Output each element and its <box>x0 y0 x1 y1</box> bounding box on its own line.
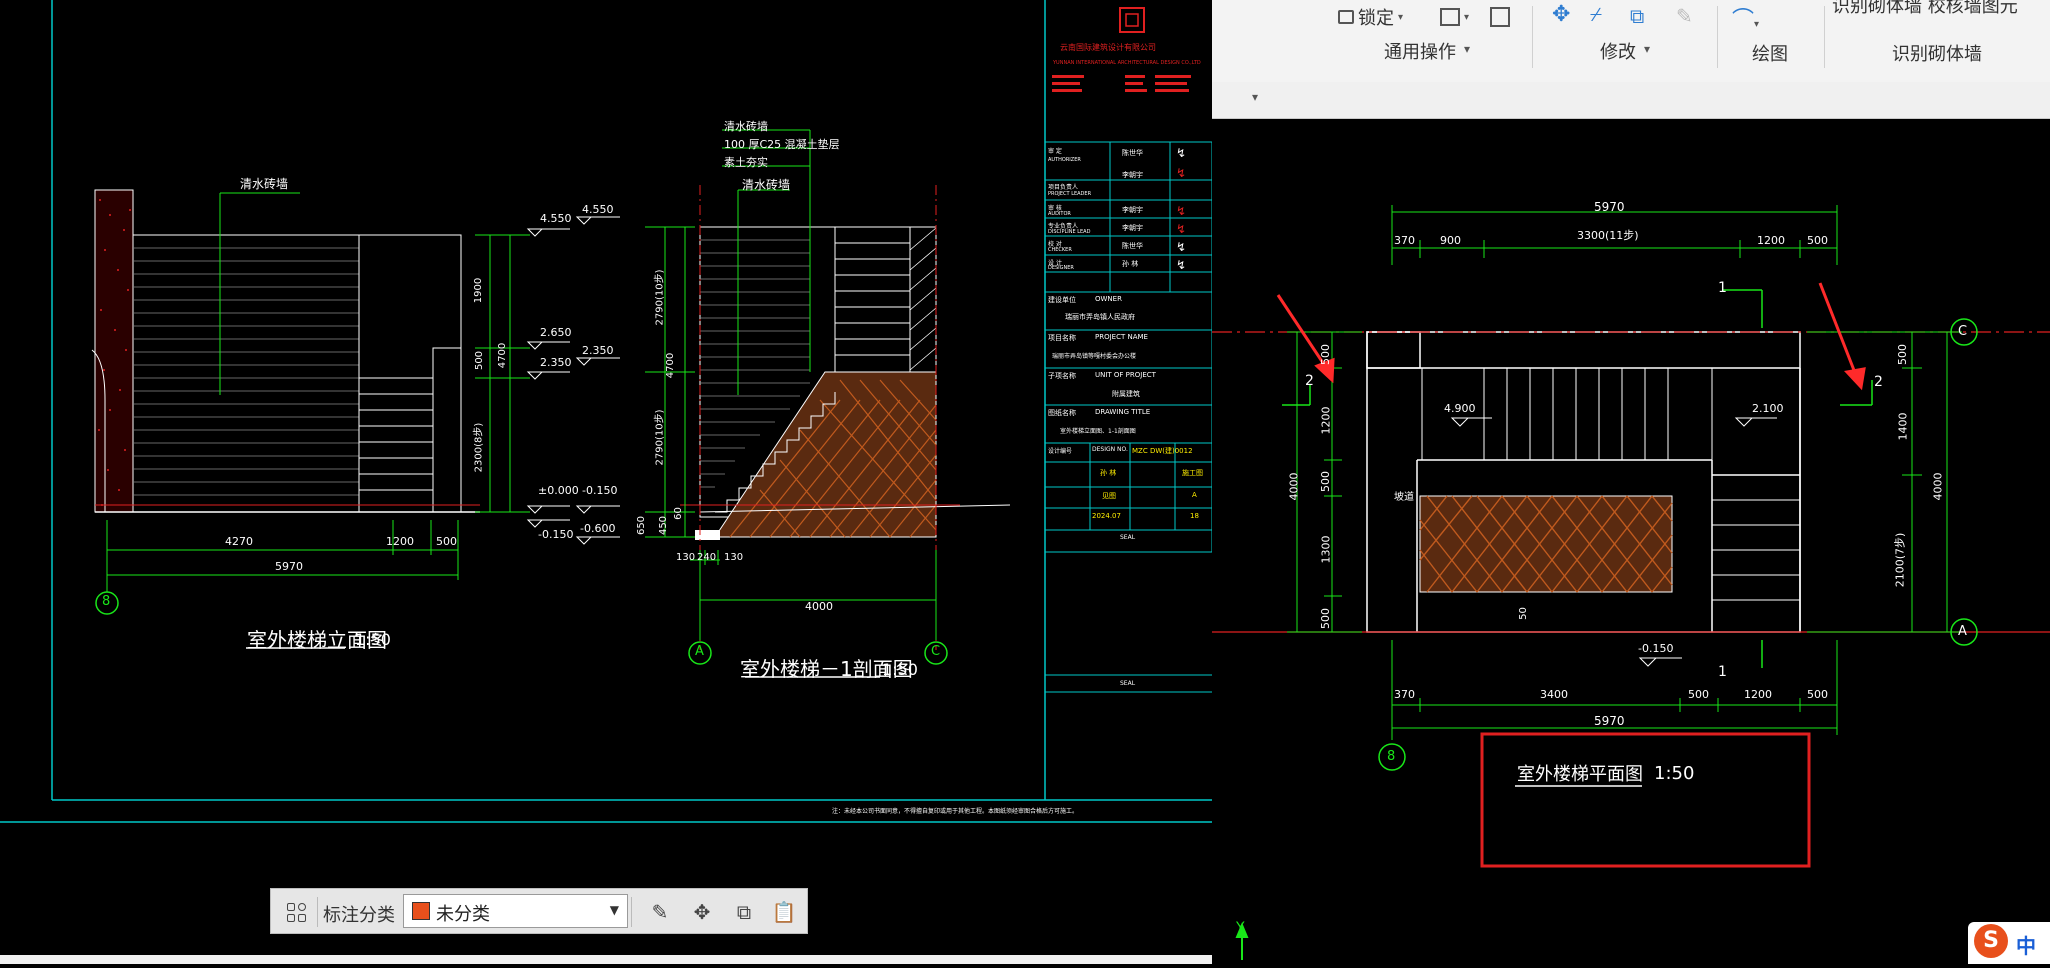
ucs-icon <box>1235 922 1249 960</box>
layer-icon <box>1440 8 1460 26</box>
chevron-down-icon: ▼ <box>609 903 619 917</box>
chevron-down-icon: ▾ <box>1464 42 1471 56</box>
move-button[interactable]: ✥ <box>1552 2 1580 30</box>
apps-grid-icon <box>286 902 306 922</box>
trim-icon: ⌿ <box>1590 2 1602 26</box>
highlight-box <box>1480 732 1811 868</box>
paste-annotation-button[interactable]: 📋 <box>767 895 801 929</box>
ime-mode: 中 <box>2016 934 2036 958</box>
chevron-down-icon: ▾ <box>1464 11 1470 23</box>
move-annotation-button[interactable]: ✥ <box>685 895 719 929</box>
copy-tool-button[interactable]: ⧉ <box>1630 4 1658 32</box>
lock-icon <box>1338 10 1354 24</box>
ribbon-toolbar: 识别砌体墙 校核墙图元 锁定 ▾ ▾ ✥ ⌿ ⧉ ✎ ⌒▾ 通用操作 ▾ 修改 … <box>1212 0 2050 83</box>
class-selected-value: 未分类 <box>436 904 490 925</box>
move-icon: ✥ <box>1552 2 1571 27</box>
annotation-toolbar: 标注分类 未分类 ▼ ✎ ✥ ⧉ 📋 <box>270 888 808 934</box>
ribbon-group-modify[interactable]: 修改 <box>1600 38 1636 64</box>
chevron-down-icon[interactable]: ▾ <box>1252 90 1258 104</box>
section-view <box>645 129 1011 678</box>
ribbon-group-masonry[interactable]: 识别砌体墙 <box>1892 40 1982 66</box>
elevation-view <box>91 189 620 649</box>
ime-indicator[interactable]: S 中 <box>1968 922 2050 964</box>
layer-tool-button[interactable]: ▾ <box>1440 4 1480 30</box>
chevron-down-icon: ▾ <box>1754 19 1760 30</box>
edit-icon: ✎ <box>1676 4 1693 28</box>
right-cad-viewport[interactable]: 5970 370 900 3300(11步) 1200 500 1 1 2 2 … <box>1212 0 2050 964</box>
arc-button[interactable]: ⌒▾ <box>1732 2 1772 33</box>
edit-icon: ✎ <box>651 900 669 924</box>
trim-button[interactable]: ⌿ <box>1590 2 1620 30</box>
lock-label: 锁定 <box>1358 8 1394 29</box>
copy-icon: ⧉ <box>736 900 752 924</box>
paste-icon: 📋 <box>771 900 797 924</box>
property-bar: ▾ <box>1212 82 2050 119</box>
chevron-down-icon: ▾ <box>1398 11 1404 23</box>
apps-button[interactable] <box>279 895 313 929</box>
status-bar <box>0 955 1212 964</box>
copy-annotation-button[interactable]: ⧉ <box>727 895 761 929</box>
company-logo <box>1119 7 1145 33</box>
annotation-class-select[interactable]: 未分类 ▼ <box>403 894 628 928</box>
ribbon-group-draw[interactable]: 绘图 <box>1752 40 1788 66</box>
ime-logo-icon: S <box>1974 924 2008 958</box>
ribbon-top-right-text: 识别砌体墙 校核墙图元 <box>1832 0 2018 17</box>
left-cad-viewport[interactable]: 清水砖墙 4.550 4.550 2.650 2.350 2.350 ±0.00… <box>0 0 1213 964</box>
grid-tool-button[interactable] <box>1490 4 1516 30</box>
chevron-down-icon: ▾ <box>1644 42 1651 56</box>
arc-icon: ⌒ <box>1732 8 1755 33</box>
grid-icon <box>1490 7 1510 27</box>
move-icon: ✥ <box>693 900 711 924</box>
copy-icon: ⧉ <box>1630 4 1645 28</box>
ribbon-group-general[interactable]: 通用操作 <box>1384 38 1456 64</box>
lock-button[interactable]: 锁定 ▾ <box>1338 4 1403 30</box>
edit-disabled-button[interactable]: ✎ <box>1676 4 1704 32</box>
class-color-swatch <box>412 902 430 920</box>
title-block <box>1044 141 1213 693</box>
edit-annotation-button[interactable]: ✎ <box>643 895 677 929</box>
annotation-class-label: 标注分类 <box>323 905 395 926</box>
elevation-section-drawing[interactable] <box>0 0 1213 964</box>
plan-drawing[interactable] <box>1212 0 2050 964</box>
